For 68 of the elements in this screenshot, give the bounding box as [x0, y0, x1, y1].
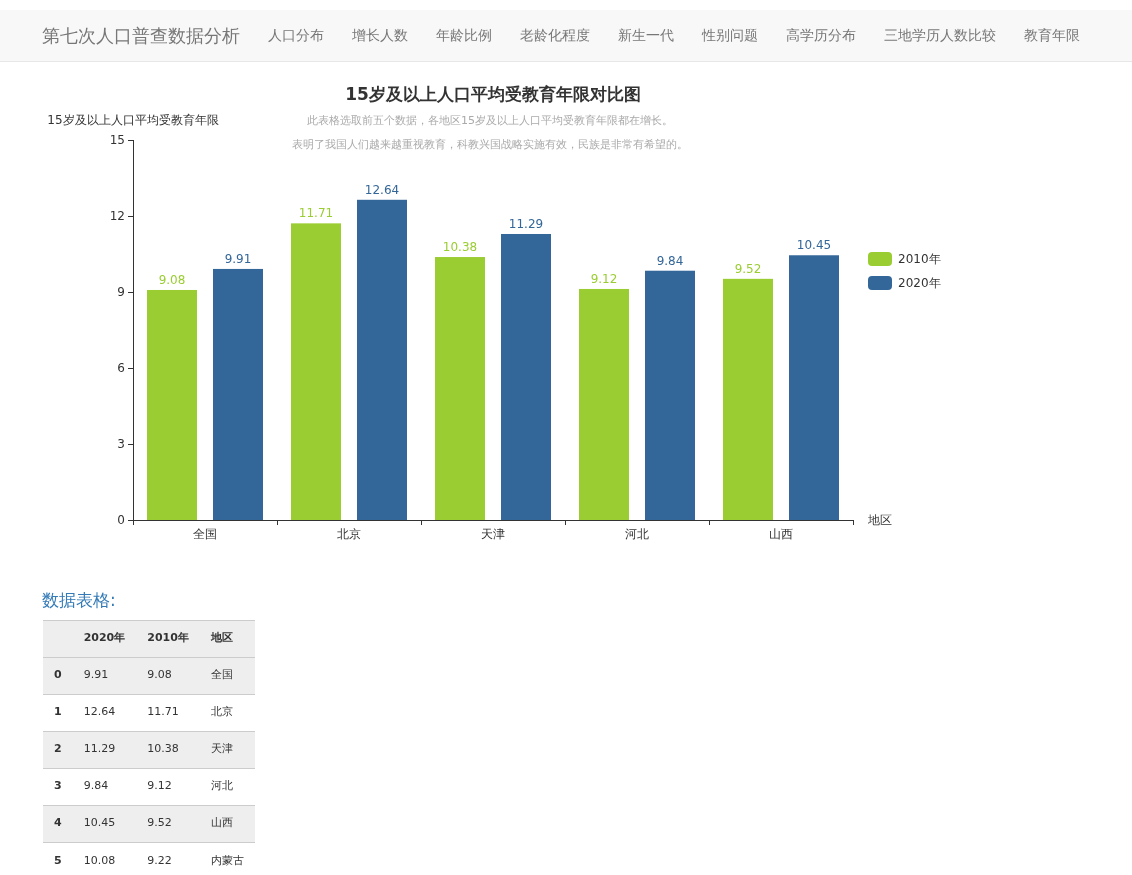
nav-link[interactable]: 人口分布 — [254, 25, 338, 46]
data-label: 9.84 — [656, 253, 684, 268]
nav-link[interactable]: 老龄化程度 — [506, 25, 604, 46]
nav-link[interactable]: 新生一代 — [604, 25, 688, 46]
nav-link[interactable]: 增长人数 — [338, 25, 422, 46]
chart-subtitle: 此表格选取前五个数据，各地区15岁及以上人口平均受教育年限都在增长。 — [307, 114, 673, 127]
x-tick-label: 北京 — [337, 527, 361, 541]
table-cell: 9.12 — [136, 768, 200, 805]
nav-link[interactable]: 三地学历人数比较 — [870, 25, 1010, 46]
table-cell: 9.22 — [136, 842, 200, 875]
x-tick-label: 山西 — [769, 527, 793, 541]
data-label: 9.91 — [224, 251, 252, 266]
y-tick-label: 9 — [117, 285, 125, 299]
row-index: 0 — [43, 657, 73, 694]
y-tick-label: 6 — [117, 361, 125, 375]
data-label: 10.38 — [442, 240, 478, 255]
data-label: 9.12 — [590, 271, 618, 286]
table-heading: 数据表格: — [42, 589, 117, 612]
table-cell: 内蒙古 — [199, 842, 255, 875]
legend-label[interactable]: 2020年 — [898, 276, 941, 290]
y-tick-label: 15 — [109, 133, 125, 147]
column-header: 地区 — [199, 620, 255, 657]
table-cell: 11.29 — [72, 731, 137, 768]
x-axis-title: 地区 — [868, 513, 892, 527]
nav-link[interactable]: 教育年限 — [1010, 25, 1094, 46]
y-tick-label: 12 — [109, 209, 125, 223]
data-label: 9.08 — [158, 272, 186, 287]
chart-subtitle: 表明了我国人们越来越重视教育，科教兴国战略实施有效，民族是非常有希望的。 — [292, 138, 688, 151]
chart-title: 15岁及以上人口平均受教育年限对比图 — [345, 84, 641, 104]
row-index: 5 — [43, 842, 73, 875]
data-label: 10.45 — [796, 238, 832, 253]
data-label: 9.52 — [734, 261, 762, 276]
table-cell: 山西 — [199, 805, 255, 842]
table-cell: 11.71 — [136, 694, 200, 731]
y-tick-label: 0 — [117, 513, 125, 527]
row-index: 4 — [43, 805, 73, 842]
table-cell: 河北 — [199, 768, 255, 805]
table-cell: 9.91 — [72, 657, 137, 694]
column-header: 2010年 — [136, 620, 200, 657]
nav-link[interactable]: 性别问题 — [688, 25, 772, 46]
table-cell: 12.64 — [72, 694, 137, 731]
data-label: 11.71 — [298, 206, 334, 221]
table-cell: 9.08 — [136, 657, 200, 694]
legend-swatch[interactable] — [868, 252, 892, 266]
legend-swatch[interactable] — [868, 276, 892, 290]
table-cell: 9.84 — [72, 768, 137, 805]
row-index: 1 — [43, 694, 73, 731]
table-cell: 10.38 — [136, 731, 200, 768]
brand-title[interactable]: 第七次人口普查数据分析 — [42, 22, 240, 49]
data-label: 11.29 — [508, 217, 544, 231]
legend-label[interactable]: 2010年 — [898, 252, 941, 266]
data-label: 12.64 — [364, 182, 400, 197]
y-tick-label: 3 — [117, 437, 125, 451]
nav-link[interactable]: 年龄比例 — [422, 25, 506, 46]
column-header: 2020年 — [72, 620, 137, 657]
x-tick-label: 天津 — [481, 527, 505, 541]
x-tick-label: 全国 — [193, 527, 217, 541]
table-cell: 9.52 — [136, 805, 200, 842]
table-cell: 全国 — [199, 657, 255, 694]
table-cell: 10.08 — [72, 842, 137, 875]
nav-link[interactable]: 高学历分布 — [772, 25, 870, 46]
y-axis-title: 15岁及以上人口平均受教育年限 — [47, 113, 219, 127]
x-tick-label: 河北 — [625, 527, 649, 541]
row-index: 2 — [43, 731, 73, 768]
table-cell: 10.45 — [72, 805, 137, 842]
row-index: 3 — [43, 768, 73, 805]
table-cell: 北京 — [199, 694, 255, 731]
table-cell: 天津 — [199, 731, 255, 768]
